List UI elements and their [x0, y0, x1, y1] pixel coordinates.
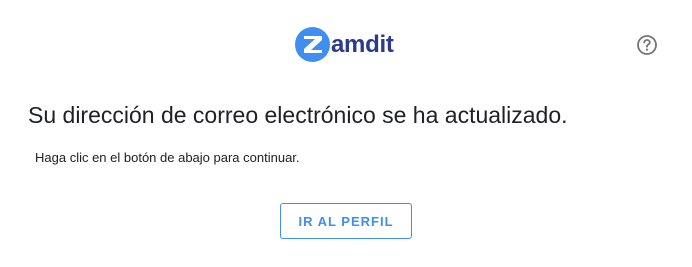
zamdit-z-logo-icon [295, 26, 330, 62]
zamdit-logo: amdit [295, 25, 394, 63]
page-title: Su dirección de correo electrónico se ha… [28, 102, 568, 128]
header: amdit [0, 0, 692, 80]
instruction-text: Haga clic en el botón de abajo para cont… [35, 150, 300, 165]
logo-text: amdit [331, 31, 394, 58]
go-to-profile-button[interactable]: IR AL PERFIL [280, 203, 412, 239]
help-circle-icon[interactable] [636, 34, 658, 56]
